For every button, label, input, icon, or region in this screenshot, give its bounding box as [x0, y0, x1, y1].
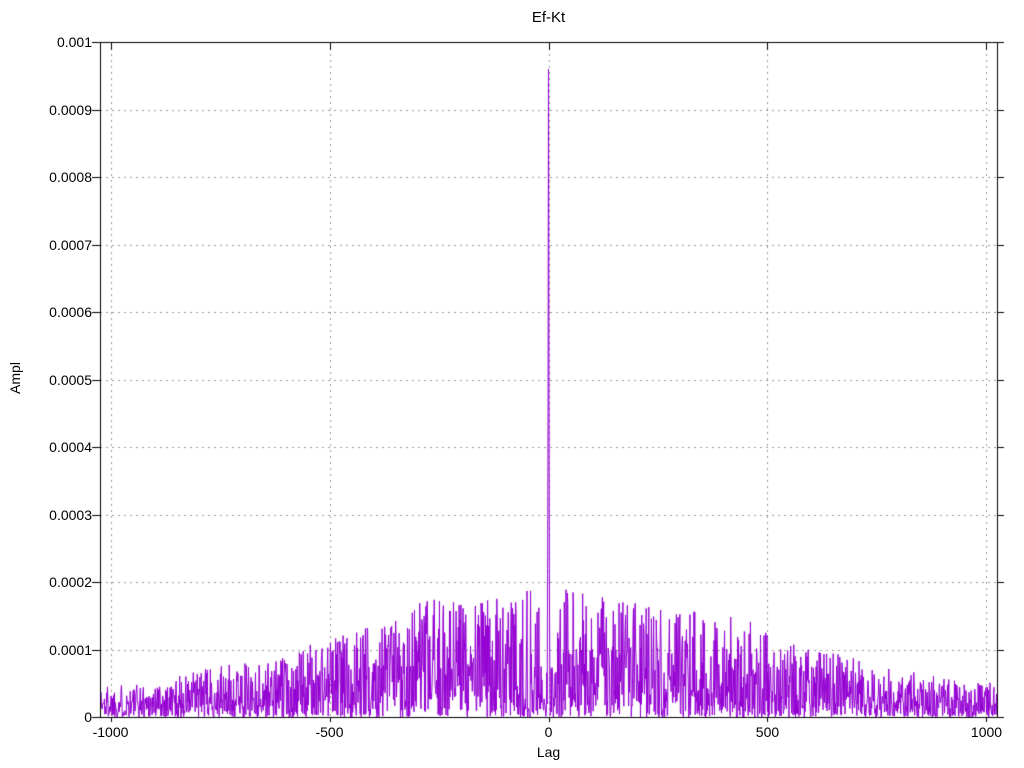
- y-tick-label: 0.0006: [49, 304, 92, 320]
- y-tick-label: 0.001: [56, 34, 92, 50]
- y-tick-label: 0.0001: [49, 641, 92, 658]
- x-tick-label: 1000: [970, 724, 1003, 740]
- correlation-chart: Ef-Kt Ampl Lag 0 0.0001 0.0002 0.0003 0.0004…: [0, 0, 1024, 768]
- y-tick-label: 0.0002: [49, 574, 92, 590]
- y-tick-label: 0.0008: [49, 169, 92, 185]
- plot-canvas: [0, 0, 1024, 768]
- y-tick-label: 0.0009: [49, 101, 92, 118]
- y-tick-label: 0.0003: [49, 506, 92, 523]
- x-tick-label: 500: [755, 724, 780, 740]
- x-axis-label: Lag: [536, 744, 561, 760]
- y-tick-label: 0.0005: [49, 371, 92, 388]
- x-tick-label: -500: [315, 724, 344, 740]
- x-tick-label: -1000: [92, 724, 129, 740]
- x-tick-label: 0: [544, 724, 553, 740]
- y-tick-label: 0.0007: [49, 236, 92, 253]
- y-tick-label: 0.0004: [49, 439, 92, 455]
- chart-title: Ef-Kt: [531, 9, 566, 26]
